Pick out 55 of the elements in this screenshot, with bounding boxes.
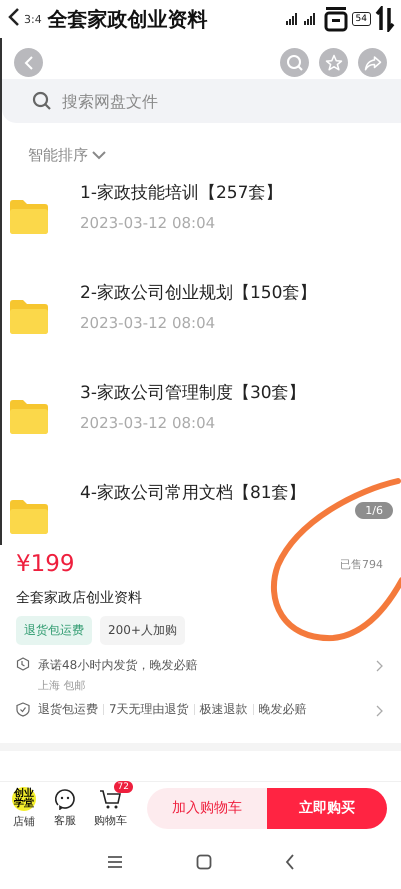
folder-icon: [8, 499, 50, 535]
search-button[interactable]: [280, 48, 309, 77]
page-title: 全套家政创业资料: [48, 6, 208, 32]
clock-icon: [16, 657, 30, 671]
folder-date: 2023-03-12 08:04: [80, 314, 216, 332]
favorite-button[interactable]: [319, 48, 348, 77]
image-counter: 1/6: [355, 502, 393, 519]
share-button[interactable]: [358, 48, 387, 77]
service-label[interactable]: 客服: [54, 813, 76, 828]
shield-check-icon: [16, 702, 30, 717]
chat-icon[interactable]: [54, 788, 76, 810]
guarantee-item: 晚发必赔: [258, 701, 307, 718]
back-icon[interactable]: [284, 854, 294, 870]
price: ¥199: [16, 551, 75, 577]
folder-name[interactable]: 2-家政公司创业规划【150套】: [80, 281, 316, 304]
product-title: 全套家政店创业资料: [16, 589, 143, 607]
cart-badge: 72: [114, 781, 133, 793]
folder-icon: [8, 299, 50, 335]
buy-now-button[interactable]: 立即购买: [267, 788, 387, 828]
folder-name[interactable]: 1-家政技能培训【257套】: [80, 181, 282, 204]
tag: 200+人加购: [100, 616, 185, 645]
home-icon[interactable]: [196, 854, 212, 870]
chevron-left-icon[interactable]: [24, 54, 34, 70]
wallet-icon[interactable]: [324, 6, 348, 32]
chevron-right-icon[interactable]: [376, 660, 383, 672]
folder-name[interactable]: 3-家政公司管理制度【30套】: [80, 381, 306, 404]
guarantee-item: 退货包运费: [38, 701, 98, 718]
folder-date: 2023-03-12 08:04: [80, 214, 216, 232]
shop-label[interactable]: 店铺: [13, 814, 35, 829]
chevron-right-icon[interactable]: [376, 705, 383, 717]
shipping-origin: 上海 包邮: [38, 678, 86, 693]
shipping-promise: 承诺48小时内发货，晚发必赔: [38, 657, 198, 674]
search-icon[interactable]: [286, 54, 304, 72]
guarantee-item: 极速退款: [200, 701, 248, 718]
sold-count: 已售794: [340, 556, 383, 572]
search-field[interactable]: 搜索网盘文件: [2, 79, 401, 123]
transfer-icon[interactable]: [375, 6, 395, 32]
add-to-cart-button[interactable]: 加入购物车: [147, 788, 267, 828]
back-button[interactable]: [14, 48, 43, 77]
folder-icon: [8, 399, 50, 435]
folder-icon: [8, 199, 50, 235]
cart-label[interactable]: 购物车: [94, 813, 127, 828]
cart-icon[interactable]: [98, 788, 122, 810]
guarantee-item: 7天无理由退货: [109, 701, 189, 718]
folder-name[interactable]: 4-家政公司常用文档【81套】: [80, 481, 306, 504]
star-icon[interactable]: [324, 54, 342, 72]
status-time: 3:4: [24, 12, 42, 26]
folder-date: 2023-03-12 08:04: [80, 414, 216, 432]
tag: 退货包运费: [16, 616, 92, 645]
sort-dropdown[interactable]: 智能排序: [28, 146, 88, 165]
battery-level: 54: [352, 12, 371, 26]
share-icon[interactable]: [364, 54, 382, 72]
shop-logo[interactable]: 创业 学堂: [12, 787, 36, 811]
chevron-down-icon: [92, 151, 106, 160]
menu-icon[interactable]: [106, 854, 122, 868]
